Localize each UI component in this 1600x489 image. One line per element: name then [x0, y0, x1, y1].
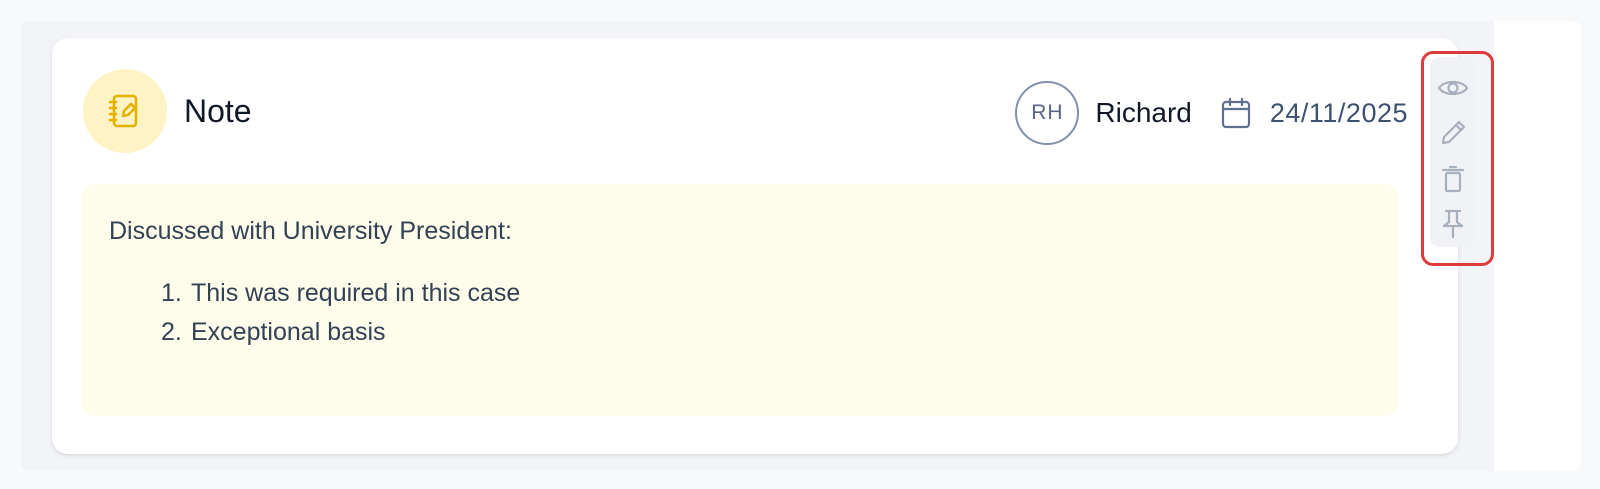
note-icon-badge	[83, 69, 167, 153]
note-meta: RH Richard 24/11/2025	[1015, 81, 1408, 145]
list-item-text: This was required in this case	[191, 279, 521, 307]
note-date: 24/11/2025	[1269, 97, 1408, 128]
note-edit-icon	[105, 91, 145, 131]
list-item-number: 2.	[161, 318, 182, 346]
note-type-title: Note	[184, 93, 252, 129]
note-content: Discussed with University President: 1. …	[81, 184, 1399, 416]
delete-button[interactable]	[1433, 156, 1473, 202]
view-button[interactable]	[1433, 65, 1473, 111]
pin-icon	[1441, 209, 1465, 239]
author-name: Richard	[1095, 97, 1192, 128]
note-card: Note RH Richard 24/11/2025 Discussed wit…	[52, 38, 1458, 454]
note-actions-toolbar	[1430, 57, 1476, 247]
author-avatar: RH	[1015, 81, 1080, 145]
list-item-text: Exceptional basis	[191, 318, 386, 346]
eye-icon	[1437, 77, 1469, 99]
list-item: 1. This was required in this case	[161, 274, 1371, 313]
note-intro-text: Discussed with University President:	[109, 217, 512, 245]
list-item-number: 1.	[161, 279, 182, 307]
panel-side-strip	[1494, 21, 1581, 471]
edit-button[interactable]	[1433, 111, 1473, 157]
list-item: 2. Exceptional basis	[161, 313, 1371, 352]
calendar-icon	[1220, 96, 1252, 130]
note-list: 1. This was required in this case 2. Exc…	[109, 274, 1371, 352]
pin-button[interactable]	[1433, 202, 1473, 248]
pencil-icon	[1439, 119, 1467, 147]
trash-icon	[1441, 165, 1465, 193]
